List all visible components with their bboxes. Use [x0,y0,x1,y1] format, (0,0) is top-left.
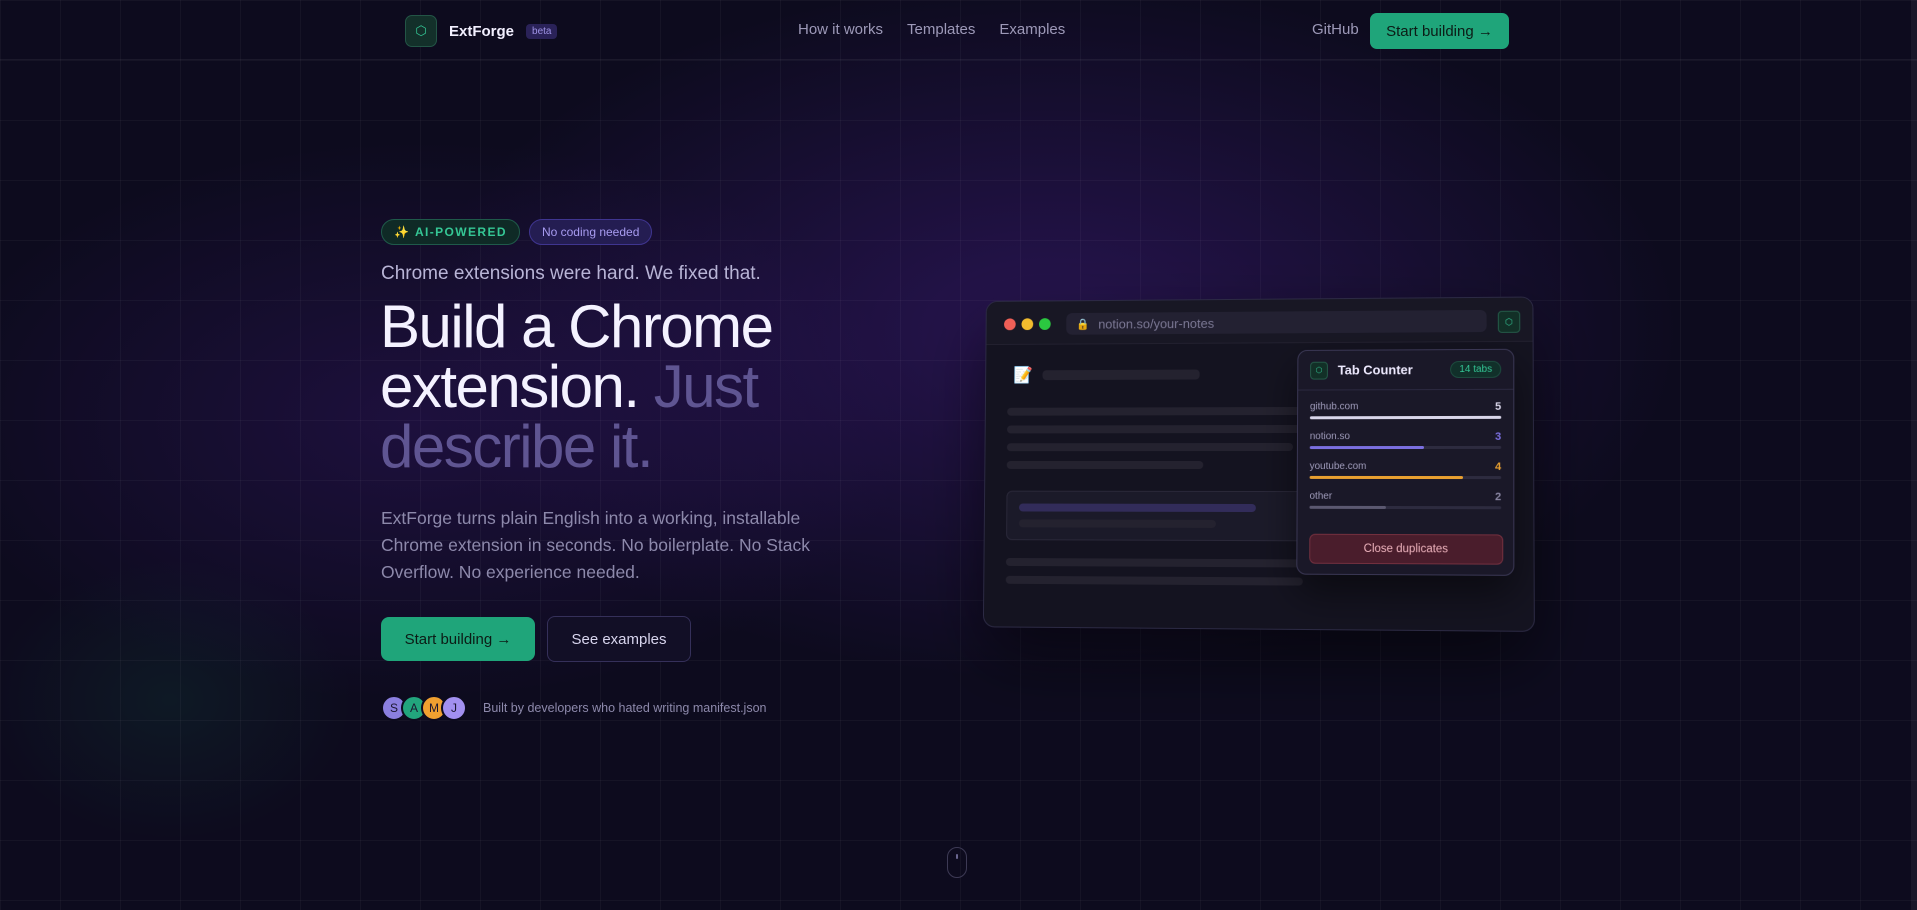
top-navigation: ⬡ ExtForge beta How it works Templates E… [0,0,1917,60]
domain-row: other 2 [1309,491,1501,521]
domain-row: github.com 5 [1309,400,1502,431]
nav-link-how-it-works[interactable]: How it works [798,21,883,38]
domain-name: youtube.com [1309,461,1367,472]
avatar-group: S A M J [381,695,467,721]
ai-powered-label: AI-POWERED [414,225,507,239]
domain-bar-track [1309,475,1502,480]
placeholder-line [1006,442,1294,452]
brand[interactable]: ⬡ ExtForge beta [405,15,558,47]
placeholder-line [1007,406,1304,416]
domain-bar-track [1309,505,1502,510]
popup-logo-icon: ⬡ [1310,361,1328,380]
domain-count: 3 [1495,430,1502,443]
see-examples-button[interactable]: See examples [547,616,691,662]
social-proof: S A M J Built by developers who hated wr… [381,695,766,721]
nav-start-building-button[interactable]: Start building → [1370,13,1509,49]
domain-list: github.com 5 notion.so 3 youtube.com 4 o… [1298,390,1514,522]
lock-icon: 🔒 [1076,318,1090,331]
sparkles-icon: ✨ [394,225,409,239]
tab-count-badge: 14 tabs [1450,360,1502,379]
maximize-dot-icon [1038,318,1051,330]
logo-icon: ⬡ [405,15,437,47]
minimize-dot-icon [1021,318,1034,331]
hero-tagline: Chrome extensions were hard. We fixed th… [381,263,761,284]
placeholder-line [1005,575,1303,586]
domain-bar-track [1309,445,1502,450]
placeholder-title-line [1042,369,1200,381]
domain-count: 5 [1495,400,1502,413]
address-bar: 🔒 notion.so/your-notes [1066,309,1487,335]
document-icon: 📝 [1013,367,1033,385]
domain-name: other [1309,490,1333,502]
hero-badges: ✨ AI-POWERED No coding needed [381,219,653,245]
domain-name: github.com [1309,401,1359,413]
address-url: notion.so/your-notes [1098,315,1215,332]
popup-header: ⬡ Tab Counter 14 tabs [1298,349,1514,391]
popup-title: Tab Counter [1337,362,1413,378]
domain-bar-fill [1309,475,1463,480]
placeholder-card [1006,490,1324,542]
placeholder-line [1005,557,1323,568]
domain-row: youtube.com 4 [1309,460,1502,491]
no-coding-badge: No coding needed [528,219,653,245]
brand-name: ExtForge [449,22,515,40]
placeholder-line [1007,424,1314,434]
placeholder-line [1006,461,1204,469]
social-proof-text: Built by developers who hated writing ma… [483,701,767,715]
extension-icon: ⬡ [1497,310,1521,333]
domain-bar-fill [1309,505,1386,509]
domain-row: notion.so 3 [1309,430,1502,461]
background-grid [0,0,1917,910]
domain-bar-fill [1309,446,1425,450]
close-dot-icon [1004,318,1016,331]
extension-popup: ⬡ Tab Counter 14 tabs github.com 5 notio… [1296,348,1515,576]
domain-bar-track [1309,415,1502,420]
hero-headline: Build a Chrome extension. Just describe … [380,297,860,477]
github-link[interactable]: GitHub [1312,21,1359,38]
ai-powered-badge: ✨ AI-POWERED [381,219,520,245]
placeholder-line [1019,503,1256,513]
domain-count: 4 [1495,460,1502,474]
placeholder-line [1018,519,1216,528]
domain-bar-fill [1309,415,1502,420]
scrollbar[interactable] [1911,0,1917,910]
browser-toolbar: 🔒 notion.so/your-notes ⬡ [986,297,1533,346]
start-building-button[interactable]: Start building → [381,617,535,661]
domain-name: notion.so [1309,431,1350,443]
nav-links: How it works Templates Examples [798,21,1065,38]
scroll-indicator-icon[interactable] [947,847,967,878]
beta-badge: beta [526,23,558,39]
hero-description: ExtForge turns plain English into a work… [381,508,810,582]
close-duplicates-button[interactable]: Close duplicates [1309,533,1504,565]
nav-link-templates[interactable]: Templates [907,21,975,38]
avatar: J [441,695,467,721]
nav-link-examples[interactable]: Examples [999,21,1065,38]
domain-count: 2 [1495,491,1502,504]
